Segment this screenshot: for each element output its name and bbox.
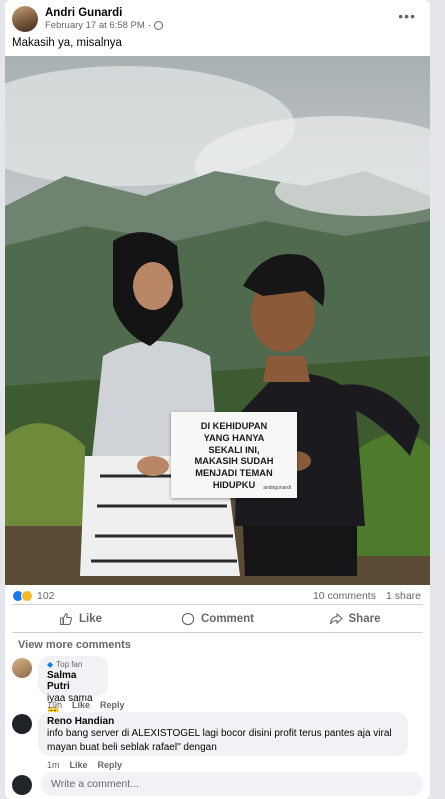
comment-reply-link[interactable]: Reply xyxy=(98,760,123,770)
sign-line: YANG HANYA xyxy=(203,432,265,443)
commenter-name[interactable]: Salma Putri xyxy=(47,670,99,692)
sign-line: MAKASIH SUDAH xyxy=(194,456,274,467)
share-arrow-icon xyxy=(329,612,343,625)
share-button[interactable]: Share xyxy=(286,607,423,631)
comment-like-link[interactable]: Like xyxy=(72,700,90,710)
like-button-label: Like xyxy=(78,613,102,625)
comment-button-label: Comment xyxy=(200,613,255,625)
author-name[interactable]: Andri Gunardi xyxy=(45,7,122,19)
post-photo[interactable]: DI KEHIDUPAN YANG HANYA SEKALI INI, MAKA… xyxy=(5,56,430,585)
comment-actions: 19h Like Reply xyxy=(47,700,125,710)
photo-illustration xyxy=(5,56,430,585)
comment-time[interactable]: 1m xyxy=(47,760,60,770)
speech-bubble-icon xyxy=(181,612,195,626)
globe-icon xyxy=(153,21,163,30)
author-avatar[interactable] xyxy=(12,6,38,32)
comment-actions: 1m Like Reply xyxy=(47,760,122,770)
post-date[interactable]: February 17 at 6:58 PM xyxy=(45,20,145,31)
top-fan-label: Top fan xyxy=(56,660,83,669)
sign-line: DI KEHIDUPAN xyxy=(200,421,268,431)
top-fan-badge: ◆ Top fan xyxy=(47,660,99,669)
divider xyxy=(12,632,423,633)
comment-bubble: Reno Handian info bang server di ALEXIST… xyxy=(38,712,408,756)
sign-line: MENJADI TEMAN xyxy=(195,468,273,479)
sign-line: SEKALI INI, xyxy=(208,444,260,455)
share-count[interactable]: 1 share xyxy=(386,590,421,602)
post-caption: Makasih ya, misalnya xyxy=(12,37,122,49)
sign-watermark: andrigunardi xyxy=(263,485,291,492)
post-meta: February 17 at 6:58 PM · xyxy=(45,20,163,31)
comment-text-line: info bang server di ALEXISTOGEL lagi boc… xyxy=(47,728,392,739)
comment-like-link[interactable]: Like xyxy=(70,760,88,770)
commenter-avatar[interactable] xyxy=(12,658,32,678)
commenter-name[interactable]: Reno Handian xyxy=(47,716,399,727)
handheld-sign: DI KEHIDUPAN YANG HANYA SEKALI INI, MAKA… xyxy=(171,412,297,498)
haha-reaction-icon xyxy=(21,590,33,602)
post-header: Andri Gunardi February 17 at 6:58 PM · •… xyxy=(5,0,430,36)
meta-separator: · xyxy=(147,20,151,31)
post-card: Andri Gunardi February 17 at 6:58 PM · •… xyxy=(5,0,430,799)
share-button-label: Share xyxy=(348,613,381,625)
comment-text-line: mayan buat beli seblak rafael" dengan xyxy=(47,742,217,753)
comment-bubble: ◆ Top fan Salma Putri iyaa sama 😄 xyxy=(38,656,108,718)
comment-count[interactable]: 10 comments xyxy=(313,590,376,602)
write-comment-input[interactable]: Write a comment... xyxy=(41,772,423,796)
diamond-icon: ◆ xyxy=(47,660,54,669)
more-options-button[interactable]: ••• xyxy=(398,8,416,24)
comment-button[interactable]: Comment xyxy=(149,607,286,631)
action-bar: Like Comment Share xyxy=(12,607,423,631)
commenter-avatar[interactable] xyxy=(12,714,32,734)
current-user-avatar[interactable] xyxy=(12,775,32,795)
reaction-count[interactable]: 102 xyxy=(37,590,55,602)
reaction-summary[interactable]: 102 xyxy=(12,590,55,602)
engagement-counts: 10 comments 1 share xyxy=(313,590,421,602)
comment-time[interactable]: 19h xyxy=(47,700,62,710)
thumbs-up-icon xyxy=(59,612,73,626)
comment-reply-link[interactable]: Reply xyxy=(100,700,125,710)
view-more-comments-link[interactable]: View more comments xyxy=(18,639,131,651)
like-button[interactable]: Like xyxy=(12,607,149,631)
divider xyxy=(12,604,423,605)
